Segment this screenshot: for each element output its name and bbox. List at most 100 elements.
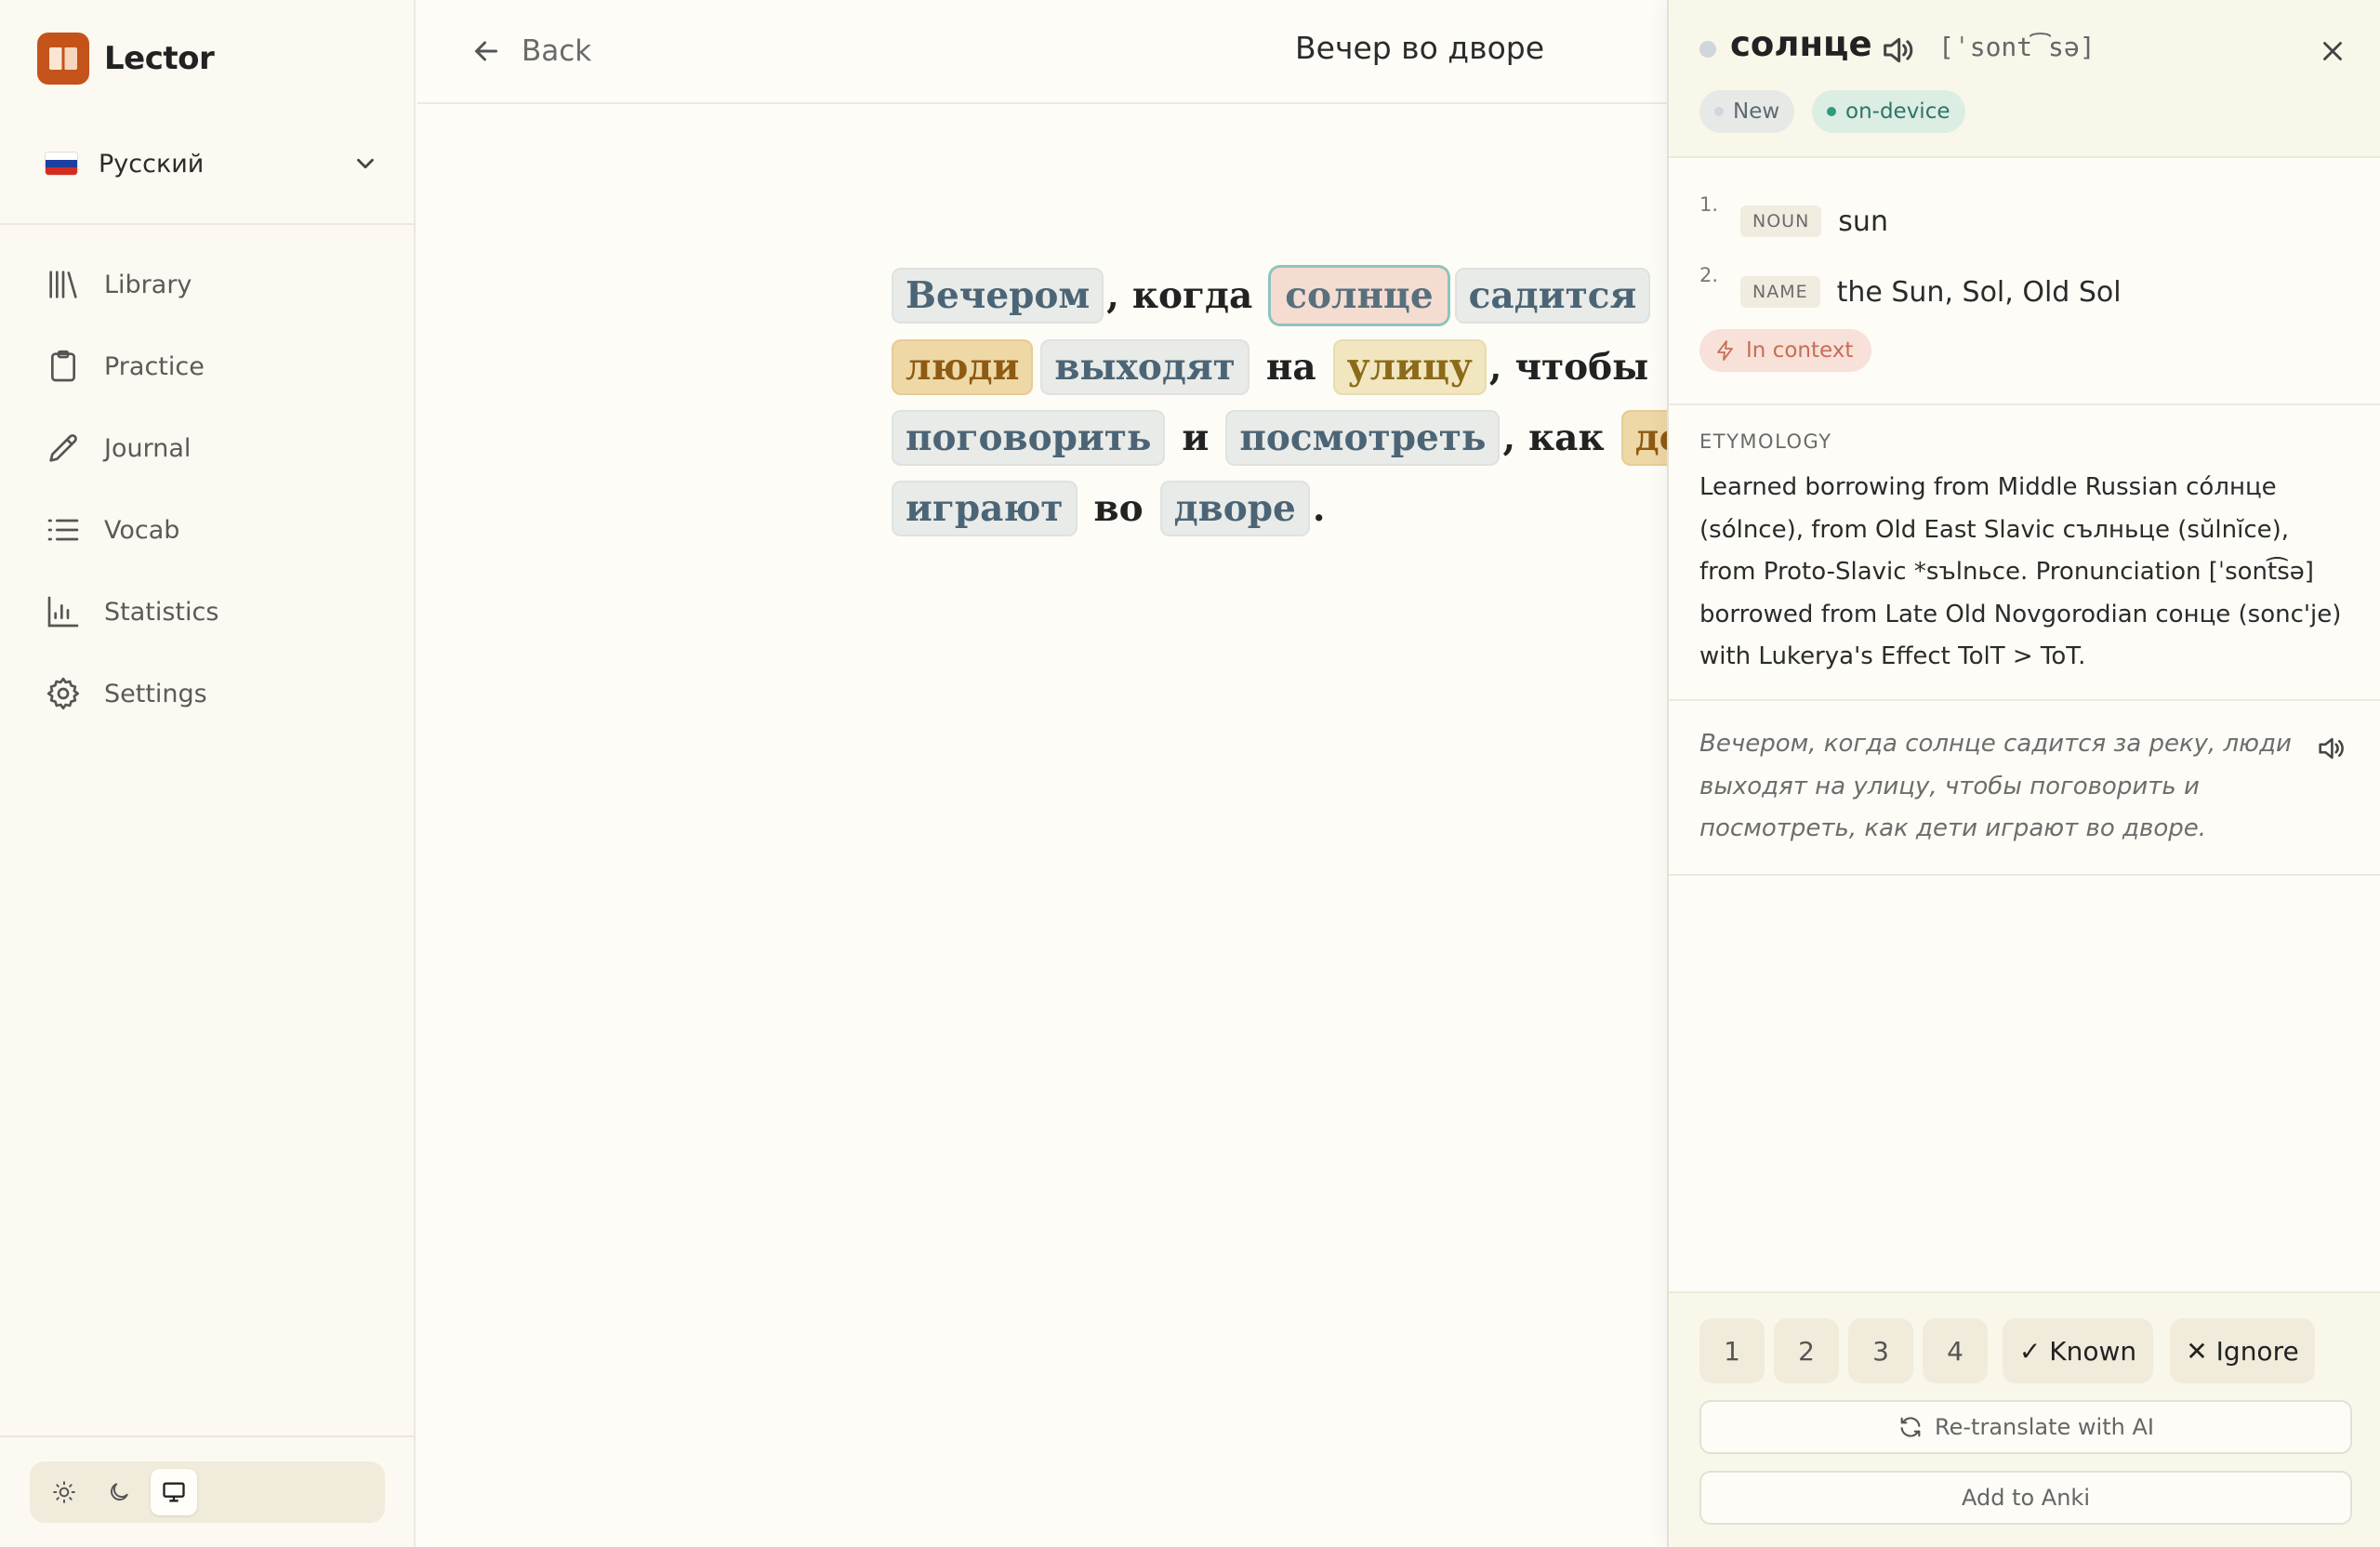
word-token[interactable]: дети [1620, 410, 1667, 466]
ipa-transcription: [ˈsont͡sə] [1938, 32, 2096, 62]
reader-topbar: Back Вечер во дворе [417, 0, 1667, 104]
word-token[interactable]: люди [892, 339, 1034, 395]
word-token[interactable]: поговорить [892, 410, 1166, 466]
nav-item-settings[interactable]: Settings [0, 653, 416, 734]
nav-item-vocab[interactable]: Vocab [0, 489, 416, 571]
panel-header: солнце [ˈsont͡sə] New on-device [1669, 0, 2380, 158]
rate-1-button[interactable]: 1 [1699, 1318, 1765, 1383]
sun-icon [53, 1481, 75, 1503]
retranslate-label: Re-translate with AI [1935, 1414, 2154, 1440]
word-token[interactable]: улицу [1332, 339, 1487, 395]
text-line: люди выходят на улицу, чтобы [892, 337, 1658, 398]
text-line: поговорить и посмотреть, как дети [892, 407, 1667, 469]
nav-label: Vocab [104, 515, 180, 545]
part-of-speech-tag: NOUN [1740, 205, 1822, 237]
word-token[interactable]: на [1257, 339, 1326, 395]
main-nav: Library Practice Journal Vocab Statistic… [0, 244, 416, 734]
pencil-icon [49, 434, 77, 462]
word-token[interactable]: во [1085, 481, 1153, 536]
in-context-label: In context [1746, 338, 1854, 363]
source-badge-label: on-device [1845, 99, 1950, 124]
moon-icon [111, 1483, 128, 1501]
lightning-icon [1717, 340, 1733, 361]
word-token[interactable]: и [1172, 410, 1218, 466]
in-context-button[interactable]: In context [1699, 329, 1872, 372]
sense-number: 1. [1699, 193, 1719, 216]
sidebar: Lector Русский Library Practice Journal … [0, 0, 416, 1547]
etymology-text: Learned borrowing from Middle Russian со… [1699, 473, 2342, 670]
sense-item: 1. NOUN sun [1699, 186, 2350, 257]
retranslate-button[interactable]: Re-translate with AI [1699, 1400, 2352, 1454]
rate-2-button[interactable]: 2 [1774, 1318, 1839, 1383]
headword: солнце [1730, 24, 1872, 64]
rate-4-button[interactable]: 4 [1923, 1318, 1988, 1383]
word-token[interactable]: когда [1123, 268, 1262, 324]
nav-label: Journal [104, 433, 192, 463]
close-panel-button[interactable] [2317, 35, 2348, 71]
nav-item-journal[interactable]: Journal [0, 407, 416, 489]
word-token[interactable]: выходят [1040, 339, 1250, 395]
ignore-button[interactable]: ✕ Ignore [2170, 1318, 2315, 1383]
gear-icon [46, 677, 79, 710]
word-token[interactable]: Вечером [892, 268, 1104, 324]
nav-item-statistics[interactable]: Statistics [0, 571, 416, 653]
arrow-left-icon [475, 41, 497, 61]
clipboard-icon [51, 350, 75, 382]
sense-item: 2. NAME the Sun, Sol, Old Sol [1699, 257, 2350, 327]
close-icon [2323, 42, 2342, 60]
sense-gloss: sun [1838, 205, 1888, 238]
word-token[interactable]: за [1658, 268, 1667, 324]
example-sentence: Вечером, когда солнце садится за реку, л… [1699, 730, 2292, 842]
theme-dark-button[interactable] [96, 1469, 142, 1515]
status-badge-label: New [1733, 99, 1780, 124]
theme-light-button[interactable] [41, 1469, 87, 1515]
nav-label: Library [104, 270, 192, 299]
add-to-anki-label: Add to Anki [1961, 1485, 2090, 1511]
theme-system-button[interactable] [151, 1469, 197, 1515]
text-line: играют во дворе. [892, 478, 1329, 539]
bar-chart-icon [47, 596, 79, 628]
back-label: Back [522, 34, 592, 68]
back-button[interactable]: Back [469, 28, 591, 74]
nav-item-practice[interactable]: Practice [0, 325, 416, 407]
etymology-heading: ETYMOLOGY [1699, 430, 1832, 453]
brand[interactable]: Lector [37, 33, 215, 85]
theme-toggle [30, 1461, 385, 1523]
book-logo-icon [37, 33, 89, 85]
language-name: Русский [99, 149, 205, 178]
word-token[interactable]: дворе [1159, 481, 1310, 536]
word-token[interactable]: как [1519, 410, 1614, 466]
nav-label: Settings [104, 679, 207, 708]
source-badge: on-device [1812, 90, 1965, 133]
text-line: Вечером, когда солнце садится за [892, 265, 1667, 326]
punctuation: , [1502, 416, 1516, 459]
refresh-icon [1900, 1417, 1921, 1437]
document-title: Вечер во дворе [1295, 30, 1545, 66]
word-token[interactable]: чтобы [1505, 339, 1658, 395]
sense-list: 1. NOUN sun 2. NAME the Sun, Sol, Old So… [1699, 186, 2350, 327]
language-select[interactable]: Русский [37, 138, 379, 190]
word-token[interactable]: садится [1454, 268, 1651, 324]
source-dot-icon [1827, 107, 1836, 116]
panel-divider [1669, 874, 2380, 876]
word-token[interactable]: посмотреть [1225, 410, 1501, 466]
panel-divider [1669, 403, 2380, 405]
word-token[interactable]: играют [892, 481, 1078, 536]
list-icon [47, 519, 79, 541]
punctuation: . [1312, 487, 1326, 530]
pronounce-button[interactable] [1879, 32, 1916, 73]
rating-buttons: 1 2 3 4 ✓ Known ✕ Ignore [1699, 1318, 2324, 1383]
play-example-button[interactable] [2315, 733, 2347, 768]
rate-3-button[interactable]: 3 [1848, 1318, 1913, 1383]
nav-item-library[interactable]: Library [0, 244, 416, 325]
speaker-icon [1884, 37, 1913, 63]
status-dot-icon [1714, 107, 1724, 116]
add-to-anki-button[interactable]: Add to Anki [1699, 1471, 2352, 1525]
mark-known-button[interactable]: ✓ Known [2003, 1318, 2153, 1383]
sidebar-divider [0, 1435, 416, 1437]
speaker-icon [2319, 737, 2344, 760]
sense-number: 2. [1699, 264, 1719, 286]
nav-label: Practice [104, 351, 205, 381]
chevron-down-icon [357, 158, 374, 169]
word-token-selected[interactable]: солнце [1271, 268, 1448, 324]
